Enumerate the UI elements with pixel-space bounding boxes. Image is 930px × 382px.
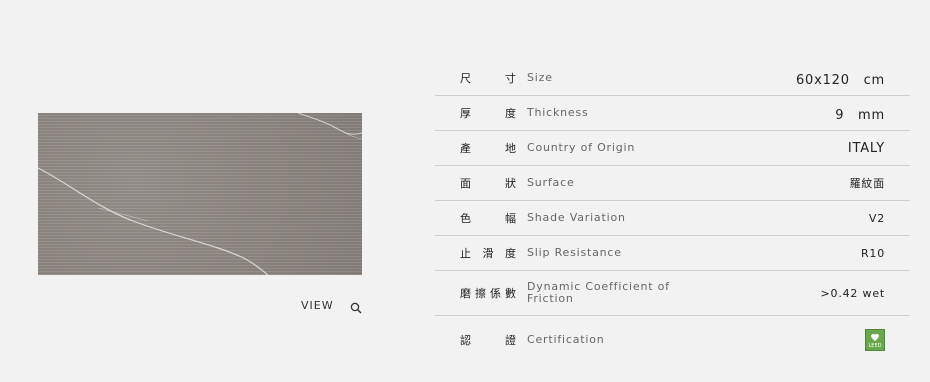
spec-row-certification: 認 證 Certification LEED: [435, 316, 910, 364]
leed-badge-icon: LEED: [865, 329, 885, 351]
spec-label-zh: 磨 擦 係 數: [460, 287, 516, 300]
spec-value: ITALY: [847, 140, 885, 156]
spec-label-zh: 面 狀: [460, 177, 516, 190]
spec-row-size: 尺 寸 Size 60x120 cm: [435, 61, 910, 96]
leaf-icon: [871, 333, 879, 341]
spec-row-thickness: 厚 度 Thickness 9 mm: [435, 96, 910, 131]
spec-label-en: Certification: [527, 333, 605, 346]
spec-row-surface: 面 狀 Surface 羅紋面: [435, 166, 910, 201]
spec-label-zh: 厚 度: [460, 107, 516, 120]
spec-label-en: Slip Resistance: [527, 246, 622, 259]
view-button[interactable]: VIEW: [301, 296, 362, 314]
spec-label-zh: 認 證: [460, 334, 516, 347]
spec-label-zh: 尺 寸: [460, 72, 516, 85]
spec-value-certification: LEED: [865, 316, 885, 364]
spec-row-slip: 止 滑 度 Slip Resistance R10: [435, 236, 910, 271]
search-icon[interactable]: [350, 299, 362, 314]
spec-label-en: Dynamic Coefficient of Friction: [527, 280, 670, 305]
view-label: VIEW: [301, 298, 334, 312]
spec-label-en: Size: [527, 71, 553, 84]
spec-value: 9 mm: [835, 107, 885, 123]
spec-label-en: Country of Origin: [527, 141, 636, 154]
spec-value: >0.42 wet: [820, 286, 885, 300]
leed-badge-text: LEED: [868, 343, 882, 349]
spec-label-en: Surface: [527, 176, 575, 189]
spec-value: 羅紋面: [849, 177, 885, 190]
spec-table: 尺 寸 Size 60x120 cm 厚 度 Thickness 9 mm 產 …: [435, 61, 910, 364]
spec-row-origin: 產 地 Country of Origin ITALY: [435, 131, 910, 166]
spec-label-en: Thickness: [527, 106, 589, 119]
spec-label-zh: 色 幅: [460, 212, 516, 225]
spec-value: 60x120 cm: [795, 72, 885, 88]
spec-value: R10: [860, 246, 885, 260]
spec-row-friction: 磨 擦 係 數 Dynamic Coefficient of Friction …: [435, 271, 910, 316]
spec-label-zh: 止 滑 度: [460, 247, 516, 260]
spec-row-shade: 色 幅 Shade Variation V2: [435, 201, 910, 236]
product-tile-image[interactable]: [38, 113, 362, 275]
spec-value: V2: [868, 211, 885, 225]
spec-label-en: Shade Variation: [527, 211, 626, 224]
spec-label-zh: 產 地: [460, 142, 516, 155]
